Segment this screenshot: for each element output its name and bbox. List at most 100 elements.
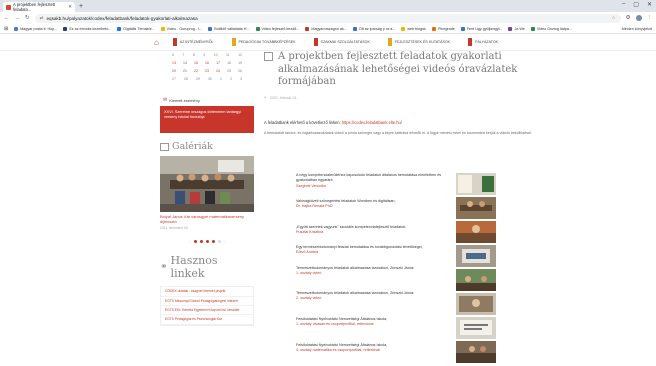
calendar-day[interactable]: 11 <box>226 53 230 57</box>
gallery-caption[interactable]: Bolyai János Vár városgyei matematikaver… <box>160 214 254 224</box>
bookmark-item[interactable]: web blogok <box>401 26 426 31</box>
video-thumbnail[interactable] <box>456 317 496 339</box>
feladatbank-link[interactable]: https://codex.feladatbank.elte.hu/ <box>342 120 402 125</box>
useful-link[interactable]: EGTS Pedagógiai és Pszichológiai Kar <box>161 315 253 325</box>
maximize-icon[interactable]: ▢ <box>633 1 639 8</box>
apps-icon[interactable]: ⊞ <box>4 26 8 32</box>
close-window-icon[interactable]: ✕ <box>647 1 652 8</box>
calendar-day[interactable]: 27 <box>172 77 176 81</box>
video-thumbnail[interactable] <box>456 341 496 363</box>
video-thumbnail[interactable] <box>456 173 496 195</box>
profile-icon[interactable] <box>635 15 642 21</box>
pager-dot[interactable] <box>211 240 215 244</box>
home-icon[interactable]: ⌂ <box>154 38 159 47</box>
nav-item[interactable]: SZAKMAI SZOLGÁLTATÁSOK <box>310 36 374 48</box>
bookmark-favicon-icon <box>255 26 260 31</box>
calendar-day[interactable]: 7 <box>182 53 184 57</box>
minimize-icon[interactable]: – <box>622 1 625 8</box>
gallery-image[interactable] <box>160 156 254 212</box>
bookmark-item[interactable]: Ott az iparság p ra a... <box>352 26 395 31</box>
bookmark-item[interactable]: Ja We <box>508 26 525 31</box>
useful-link[interactable]: EGTS Mesovoyil Dezső Pedagógiai/égesi In… <box>161 297 253 306</box>
calendar-day[interactable]: 6 <box>172 53 174 57</box>
calendar-day[interactable]: 10 <box>214 53 218 57</box>
pager-dot[interactable] <box>193 240 197 244</box>
video-item-link[interactable]: 4. osztály matematika és csoportprofilla… <box>296 348 452 353</box>
article: A projektben fejlesztett feladatok gyako… <box>264 51 564 136</box>
address-bar[interactable]: ⇌ eqsakb.hu/palyazatok/codex/feladatbank… <box>34 13 621 23</box>
calendar-day[interactable]: 16 <box>205 61 209 65</box>
calendar-day[interactable]: 21 <box>183 69 187 73</box>
bookmark-item[interactable]: Video Osztog ládpa... <box>530 26 572 31</box>
next-arrow-icon[interactable]: › <box>224 239 225 244</box>
calendar-day[interactable]: 15 <box>194 61 198 65</box>
video-thumbnail[interactable] <box>456 269 496 291</box>
nav-item[interactable]: PÁLYÁZATOK <box>464 36 502 48</box>
calendar-day[interactable]: 2 <box>230 77 232 81</box>
video-thumbnail[interactable] <box>456 197 496 219</box>
video-item-link[interactable]: Eötvö Andrea <box>296 250 452 255</box>
calendar-day[interactable]: 23 <box>205 69 209 73</box>
site-favicon-icon <box>6 4 11 10</box>
extensions-icon[interactable]: ⚙ <box>626 15 631 21</box>
new-tab-icon[interactable]: + <box>79 2 83 12</box>
bookmark-item[interactable]: Video - Guruprog - I... <box>160 26 202 31</box>
video-item-link[interactable]: 1. osztály olvasás és csoportprofillal, … <box>296 322 452 327</box>
bookmark-item[interactable]: Ez az ebooks kezelheto... <box>63 26 111 31</box>
calendar-day[interactable]: 19 <box>238 61 242 65</box>
reload-icon[interactable]: ↻ <box>25 15 30 21</box>
calendar-day[interactable]: 29 <box>196 77 200 81</box>
video-thumbnail[interactable] <box>456 221 496 243</box>
video-item-link[interactable]: 2. osztály videó <box>296 296 452 301</box>
calendar-day[interactable]: 9 <box>203 53 205 57</box>
video-thumbnail[interactable] <box>456 245 496 267</box>
calendar-day[interactable]: 25 <box>227 69 231 73</box>
bookmark-item[interactable]: Pinegrade <box>431 26 455 31</box>
calendar-day[interactable]: 12 <box>238 53 242 57</box>
calendar-day[interactable]: 30 <box>208 77 212 81</box>
calendar-day[interactable]: 20 <box>172 69 176 73</box>
calendar-day[interactable]: 13 <box>172 61 176 65</box>
calendar-day[interactable]: 28 <box>184 77 188 81</box>
pager-dot[interactable] <box>205 240 209 244</box>
menu-icon[interactable]: ⋮ <box>647 15 653 21</box>
bookmark-star-icon[interactable]: ☆ <box>611 15 615 21</box>
calendar-day[interactable]: 24 <box>216 69 220 73</box>
calendar-day[interactable]: 8 <box>193 53 195 57</box>
video-item-link[interactable]: 1. osztály videó <box>296 271 452 276</box>
pager-dot[interactable] <box>217 240 221 244</box>
calendar-day[interactable]: 18 <box>227 61 231 65</box>
bookmark-item[interactable]: Fent Ugy gyűjtengyi... <box>460 26 502 31</box>
bookmark-item[interactable]: Digitális Témakör... <box>117 26 155 31</box>
nav-item[interactable]: FEJLESZTÉSEK ÉS KUTATÁSOK <box>384 36 454 48</box>
featured-event-box[interactable]: XXVI. Szeretne országos történelem tantá… <box>160 106 254 133</box>
useful-link[interactable]: CODEX oldalak - ssagnet Internet projekt <box>161 287 253 297</box>
calendar-day[interactable]: 3 <box>240 77 242 81</box>
calendar-day[interactable]: 17 <box>216 61 220 65</box>
calendar-day[interactable]: 22 <box>194 69 198 73</box>
bookmark-item[interactable]: Magyarországon ak... <box>305 26 347 31</box>
video-item-link[interactable]: Dr. Hajba Renata PhD <box>296 204 452 209</box>
calendar-day[interactable]: 14 <box>183 61 187 65</box>
useful-link[interactable]: EGTS EKL Gerefta Egyetemi Központ bsi Le… <box>161 306 253 316</box>
nav-item[interactable]: AZ INTÉZMÉNYRŐL <box>169 36 218 48</box>
pager-dot[interactable] <box>199 240 203 244</box>
all-bookmarks-label[interactable]: Minden könyvjelző <box>622 27 652 31</box>
close-tab-icon[interactable]: ✕ <box>68 4 72 10</box>
nav-item[interactable]: PEDAGÓGIAI TOVÁBBKÉPZÉSEK <box>228 36 300 48</box>
video-thumbnail[interactable] <box>456 293 496 315</box>
browser-tab[interactable]: A projektben fejlesztett feladato... ✕ <box>3 2 75 12</box>
site-info-icon[interactable]: ⇌ <box>40 15 44 21</box>
back-icon[interactable]: ← <box>4 15 10 21</box>
video-item-link[interactable]: Szegheti Veronika <box>296 184 452 189</box>
bookmark-item[interactable]: Magyar posta tl. Hop... <box>14 26 57 31</box>
forward-icon[interactable]: → <box>15 15 21 21</box>
nav-color-marker <box>387 38 392 46</box>
calendar-day[interactable]: 26 <box>238 69 242 73</box>
bookmark-item[interactable]: Video fejlesztő kezdő... <box>255 26 299 31</box>
bookmark-item[interactable]: Boltiidő vállalatás H... <box>208 26 250 31</box>
prev-arrow-icon[interactable]: ‹ <box>189 239 190 244</box>
calendar-day[interactable]: 1 <box>220 77 222 81</box>
video-item-link[interactable]: Pusztai Krisztina <box>296 230 452 235</box>
article-intro: A feladatbank elérhető a következő linke… <box>264 120 564 125</box>
